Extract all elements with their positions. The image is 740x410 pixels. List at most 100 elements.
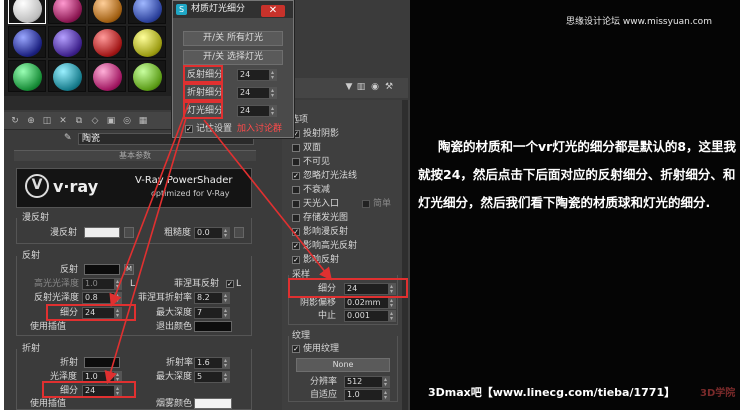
reflect-color-swatch[interactable] [84, 264, 120, 275]
highlight-refr-subdiv [42, 381, 136, 398]
use-interp-label[interactable]: 使用插值 [30, 321, 66, 333]
remember-checkbox[interactable]: ✓ [185, 125, 193, 133]
join-group-link[interactable]: 加入讨论群 [237, 123, 282, 135]
sphere-slot[interactable] [88, 0, 126, 24]
dlg-refr-subdiv-spinner[interactable]: 24 ▴ ▾ [237, 87, 277, 99]
channel-icon[interactable]: ◎ [122, 116, 132, 126]
affect-specular-label: 影响高光反射 [303, 241, 358, 251]
roughness-map-button[interactable] [234, 227, 244, 238]
adaptive-spinner[interactable]: 1.0 ▴ ▾ [344, 389, 390, 401]
vray-logo-icon: V [25, 174, 49, 198]
dlg-refl-subdiv-spinner[interactable]: 24 ▴ ▾ [237, 69, 277, 81]
remember-label: 记住设置 [196, 124, 233, 134]
show-map-icon[interactable]: ▦ [138, 116, 148, 126]
highlight-dlg-refl [183, 65, 223, 83]
sphere-slot[interactable] [48, 60, 86, 92]
exit-color-swatch[interactable] [194, 321, 232, 332]
sphere-slot[interactable] [88, 26, 126, 58]
fog-color-swatch[interactable] [194, 398, 232, 409]
two-sided-checkbox[interactable] [292, 144, 300, 152]
store-irradiance-checkbox[interactable] [292, 214, 300, 222]
library-icon[interactable]: ▣ [106, 116, 116, 126]
assign-icon[interactable]: ◫ [42, 116, 52, 126]
reflect-map-button[interactable]: M [124, 264, 134, 275]
reflect-label: 反射 [60, 265, 79, 275]
exit-color-label: 退出颜色 [156, 322, 193, 332]
use-texture-checkbox[interactable]: ✓ [292, 345, 300, 353]
motion-icon[interactable]: ◉ [370, 82, 380, 92]
no-decay-checkbox[interactable] [292, 186, 300, 194]
sphere-slot[interactable] [8, 26, 46, 58]
dlg-light-subdiv-spinner[interactable]: 24 ▴ ▾ [237, 105, 277, 117]
fresnel-l-mark[interactable]: L [236, 278, 241, 290]
resolution-label: 分辨率 [310, 377, 338, 387]
pick-material-icon[interactable]: ↻ [10, 116, 20, 126]
refract-color-swatch[interactable] [84, 357, 120, 368]
diffuse-label: 漫反射 [50, 228, 78, 238]
close-icon[interactable]: ✕ [261, 5, 285, 17]
utilities-icon[interactable]: ⚒ [384, 82, 394, 92]
sphere-slot[interactable] [8, 0, 46, 24]
toggle-selected-lights-button[interactable]: 开/关 选择灯光 [183, 50, 283, 65]
fresnel-label: 菲涅耳反射 [174, 279, 220, 289]
hilight-gloss-spinner[interactable]: 1.0 ▴ ▾ [82, 278, 122, 290]
footer-link[interactable]: 3Dmax吧【www.linecg.com/tieba/1771】 [428, 384, 675, 400]
store-irradiance-label: 存储发光图 [303, 213, 349, 223]
refl-gloss-label: 反射光泽度 [34, 293, 80, 303]
reset-icon[interactable]: ✕ [58, 116, 68, 126]
fresnel-ior-spinner[interactable]: 8.2 ▴ ▾ [194, 292, 230, 304]
cutoff-label: 中止 [318, 311, 337, 321]
sphere-slot[interactable] [128, 60, 166, 92]
toggle-all-lights-button[interactable]: 开/关 所有灯光 [183, 31, 283, 46]
sphere-slot[interactable] [48, 0, 86, 24]
footer-logo: 3D学院 [700, 388, 736, 399]
sphere-slot[interactable] [8, 60, 46, 92]
highlight-refl-subdiv [46, 304, 136, 321]
refr-max-depth-spinner[interactable]: 5 ▴ ▾ [194, 371, 230, 383]
hierarchy-icon[interactable]: ▥ [356, 82, 366, 92]
simple-checkbox[interactable] [362, 200, 370, 208]
affect-reflections-checkbox[interactable]: ✓ [292, 256, 300, 264]
hilight-l-mark[interactable]: L [130, 278, 135, 290]
sphere-slot[interactable] [88, 60, 126, 92]
copy-icon[interactable]: ⧉ [74, 116, 84, 126]
eyedropper-icon[interactable]: ✎ [64, 133, 74, 143]
display-icon[interactable]: ▼ [344, 82, 354, 92]
use-texture-label: 使用纹理 [303, 344, 340, 354]
refr-interp-label[interactable]: 使用插值 [30, 398, 66, 410]
put-material-icon[interactable]: ⊕ [26, 116, 36, 126]
adaptive-label: 自适应 [310, 390, 338, 400]
max-depth-spinner[interactable]: 7 ▴ ▾ [194, 307, 230, 319]
watermark-top: 思缘设计论坛 www.missyuan.com [566, 17, 712, 27]
sphere-slot[interactable] [48, 26, 86, 58]
roughness-spinner[interactable]: 0.0 ▴ ▾ [194, 227, 230, 239]
cast-shadows-label: 投射阴影 [303, 129, 340, 139]
affect-specular-checkbox[interactable]: ✓ [292, 242, 300, 250]
texture-none-button[interactable]: None [296, 358, 390, 372]
unique-icon[interactable]: ◇ [90, 116, 100, 126]
vray-banner: V v·ray V-Ray PowerShader optimized for … [16, 168, 252, 208]
affect-diffuse-label: 影响漫反射 [303, 227, 349, 237]
rollout-basic-params[interactable]: 基本参数 [14, 150, 256, 161]
roughness-label: 粗糙度 [164, 228, 192, 238]
invisible-checkbox[interactable] [292, 158, 300, 166]
diffuse-color-swatch[interactable] [84, 227, 120, 238]
ignore-normals-checkbox[interactable]: ✓ [292, 172, 300, 180]
skylight-portal-label: 天光入口 [303, 199, 340, 209]
refl-gloss-spinner[interactable]: 0.8 ▴ ▾ [82, 292, 122, 304]
fresnel-ior-label: 菲涅耳折射率 [138, 293, 193, 303]
fresnel-checkbox[interactable]: ✓ [226, 280, 234, 288]
ior-label: 折射率 [166, 358, 194, 368]
affect-diffuse-checkbox[interactable]: ✓ [292, 228, 300, 236]
ior-spinner[interactable]: 1.6 ▴ ▾ [194, 357, 230, 369]
skylight-portal-checkbox[interactable] [292, 200, 300, 208]
diffuse-map-button[interactable] [124, 227, 134, 238]
refr-max-depth-label: 最大深度 [156, 372, 193, 382]
cutoff-spinner[interactable]: 0.001 ▴ ▾ [344, 310, 396, 322]
sphere-slot[interactable] [128, 26, 166, 58]
sphere-slot[interactable] [128, 0, 166, 24]
light-panel-scrollbar[interactable] [402, 100, 408, 410]
banner-title: V-Ray PowerShader [135, 175, 233, 186]
resolution-spinner[interactable]: 512 ▴ ▾ [344, 376, 390, 388]
shadow-bias-spinner[interactable]: 0.02mm ▴ ▾ [344, 297, 396, 309]
